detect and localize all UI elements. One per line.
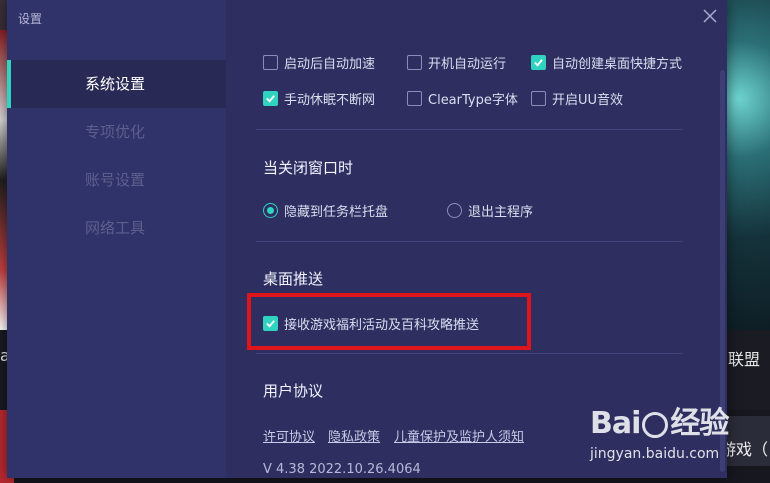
- background-right-art: [725, 0, 770, 330]
- close-icon: [703, 9, 717, 23]
- dialog-title: 设置: [18, 12, 43, 26]
- highlight-box: [247, 293, 531, 350]
- checkbox-label: 开机自动运行: [428, 57, 507, 72]
- checkbox-uu-sound[interactable]: 开启UU音效: [531, 89, 623, 108]
- watermark-logo: Bai 经验: [590, 398, 729, 442]
- checkbox-auto-accelerate[interactable]: 启动后自动加速: [263, 53, 375, 72]
- checkbox-desktop-shortcut[interactable]: 自动创建桌面快捷方式: [531, 53, 682, 72]
- settings-sidebar: 设置 系统设置 专项优化 账号设置 网络工具: [7, 0, 226, 478]
- close-button[interactable]: [700, 6, 720, 26]
- sidebar-item-account-settings[interactable]: 账号设置: [7, 156, 226, 204]
- checkbox-sleep-keep-network[interactable]: 手动休眠不断网: [263, 89, 375, 108]
- sidebar-item-label: 专项优化: [85, 123, 146, 141]
- section-title-desktop-push: 桌面推送: [263, 270, 324, 288]
- watermark-logo-text: Bai: [590, 406, 641, 441]
- link-child-protection[interactable]: 儿童保护及监护人须知: [394, 426, 524, 445]
- checkbox-cleartype[interactable]: ClearType字体: [407, 89, 518, 108]
- background-game-label[interactable]: 联盟: [728, 346, 760, 370]
- link-license-agreement[interactable]: 许可协议: [263, 426, 315, 445]
- checkbox-label: ClearType字体: [428, 93, 518, 108]
- check-icon: [266, 95, 275, 103]
- radio-exit-program[interactable]: 退出主程序: [447, 201, 533, 220]
- checkbox-label: 自动创建桌面快捷方式: [552, 57, 683, 72]
- radio-label: 隐藏到任务栏托盘: [284, 205, 389, 220]
- check-icon: [534, 59, 543, 67]
- radio-button: [447, 203, 462, 218]
- sidebar-item-label: 账号设置: [85, 171, 146, 189]
- divider: [256, 353, 682, 354]
- version-text: V 4.38 2022.10.26.4064: [263, 462, 421, 477]
- checkbox-box: [263, 91, 278, 106]
- baidu-jingyan-watermark: Bai 经验 jingyan.baidu.com: [590, 398, 729, 462]
- checkbox-box: [263, 55, 278, 70]
- section-title-user-agreement: 用户协议: [263, 382, 324, 400]
- checkbox-box: [407, 91, 422, 106]
- radio-label: 退出主程序: [468, 205, 534, 220]
- checkbox-label: 启动后自动加速: [284, 57, 376, 72]
- sidebar-item-system-settings[interactable]: 系统设置: [7, 60, 226, 108]
- checkbox-box: [531, 91, 546, 106]
- checkbox-box: [407, 55, 422, 70]
- checkbox-label: 手动休眠不断网: [284, 93, 376, 108]
- radio-hide-to-tray[interactable]: 隐藏到任务栏托盘: [263, 201, 388, 220]
- sidebar-item-label: 系统设置: [85, 75, 146, 93]
- divider: [256, 241, 682, 242]
- sidebar-item-special-optimization[interactable]: 专项优化: [7, 108, 226, 156]
- watermark-url: jingyan.baidu.com: [590, 446, 720, 462]
- paw-icon: [642, 411, 669, 438]
- section-title-on-close: 当关闭窗口时: [263, 159, 354, 177]
- checkbox-auto-start[interactable]: 开机自动运行: [407, 53, 506, 72]
- watermark-logo-text-cn: 经验: [670, 406, 729, 441]
- divider: [256, 129, 682, 130]
- link-privacy-policy[interactable]: 隐私政策: [328, 426, 380, 445]
- checkbox-label: 开启UU音效: [552, 93, 624, 108]
- checkbox-box: [531, 55, 546, 70]
- radio-button: [263, 203, 278, 218]
- sidebar-item-network-tools[interactable]: 网络工具: [7, 204, 226, 252]
- sidebar-item-label: 网络工具: [85, 219, 146, 237]
